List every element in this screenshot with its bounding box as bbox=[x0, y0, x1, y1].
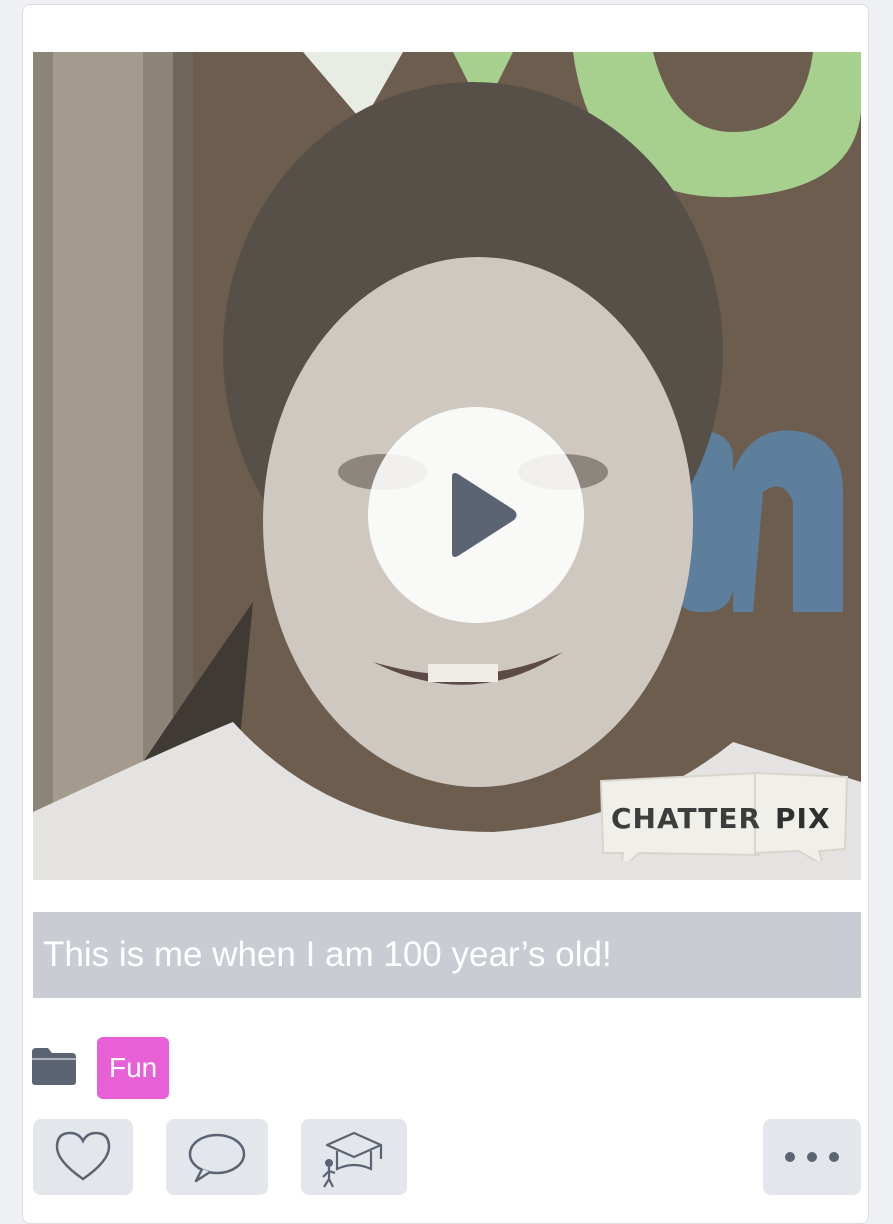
chatterpix-watermark: CHATTER PIX bbox=[599, 769, 849, 861]
post-media[interactable]: CHATTER PIX bbox=[33, 52, 861, 880]
like-button[interactable] bbox=[33, 1119, 133, 1195]
watermark-text-part1: CHATTER bbox=[611, 802, 762, 835]
post-caption: This is me when I am 100 year’s old! bbox=[33, 912, 861, 998]
watermark-text-part2: PIX bbox=[775, 802, 831, 835]
teach-button[interactable] bbox=[301, 1119, 407, 1195]
watermark-text: CHATTER PIX bbox=[611, 802, 839, 835]
more-dots-icon bbox=[785, 1152, 839, 1162]
heart-icon bbox=[55, 1131, 111, 1181]
play-icon bbox=[452, 473, 517, 557]
comment-button[interactable] bbox=[166, 1119, 268, 1195]
speech-bubble-icon bbox=[188, 1133, 246, 1183]
graduation-cap-icon bbox=[322, 1131, 383, 1188]
category-tag[interactable]: Fun bbox=[97, 1037, 170, 1099]
play-button[interactable] bbox=[368, 407, 584, 623]
folder-icon bbox=[32, 1048, 76, 1085]
more-options-button[interactable] bbox=[763, 1119, 861, 1195]
